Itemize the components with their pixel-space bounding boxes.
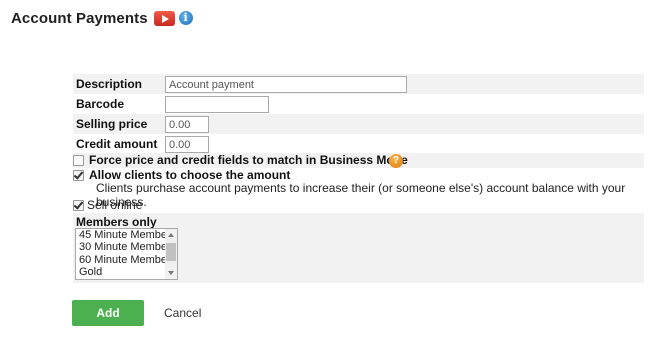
allow-choose-amount-description: Clients purchase account payments to inc… xyxy=(96,181,626,209)
description-input[interactable] xyxy=(165,76,407,93)
description-label: Description xyxy=(76,77,143,91)
members-only-label: Members only xyxy=(76,215,157,229)
selling-price-label: Selling price xyxy=(76,117,148,131)
force-price-checkbox[interactable] xyxy=(73,155,84,166)
scroll-down-arrow-icon[interactable] xyxy=(168,271,174,275)
credit-amount-label: Credit amount xyxy=(76,137,158,151)
selling-price-input[interactable] xyxy=(165,116,209,133)
scroll-up-arrow-icon[interactable] xyxy=(168,233,174,237)
video-play-icon[interactable] xyxy=(153,10,175,26)
credit-amount-input[interactable] xyxy=(165,136,209,153)
list-item[interactable]: Gold xyxy=(76,266,177,278)
barcode-row: Barcode xyxy=(73,94,644,114)
credit-amount-row: Credit amount xyxy=(73,134,644,154)
add-button[interactable]: Add xyxy=(72,300,144,326)
members-only-listbox[interactable]: 45 Minute Member 30 Minute Member 60 Min… xyxy=(75,228,178,280)
listbox-scrollbar[interactable] xyxy=(165,229,177,279)
allow-choose-amount-label: Allow clients to choose the amount xyxy=(89,168,291,182)
sell-online-label: Sell online xyxy=(87,198,143,212)
list-item[interactable]: 30 Minute Member xyxy=(76,241,177,253)
cancel-link[interactable]: Cancel xyxy=(164,306,201,320)
selling-price-row: Selling price xyxy=(73,114,644,134)
barcode-input[interactable] xyxy=(165,96,269,113)
list-item[interactable]: 60 Minute Member xyxy=(76,254,177,266)
allow-choose-amount-checkbox[interactable] xyxy=(73,170,84,181)
help-icon[interactable]: ? xyxy=(389,154,403,168)
sell-online-checkbox[interactable] xyxy=(73,200,84,211)
list-item[interactable]: 45 Minute Member xyxy=(76,229,177,241)
scroll-thumb[interactable] xyxy=(166,243,176,261)
page-title: Account Payments xyxy=(11,9,148,27)
page-header: Account Payments i xyxy=(11,8,193,28)
force-price-label: Force price and credit fields to match i… xyxy=(89,153,408,167)
barcode-label: Barcode xyxy=(76,97,125,111)
info-icon[interactable]: i xyxy=(178,11,193,25)
